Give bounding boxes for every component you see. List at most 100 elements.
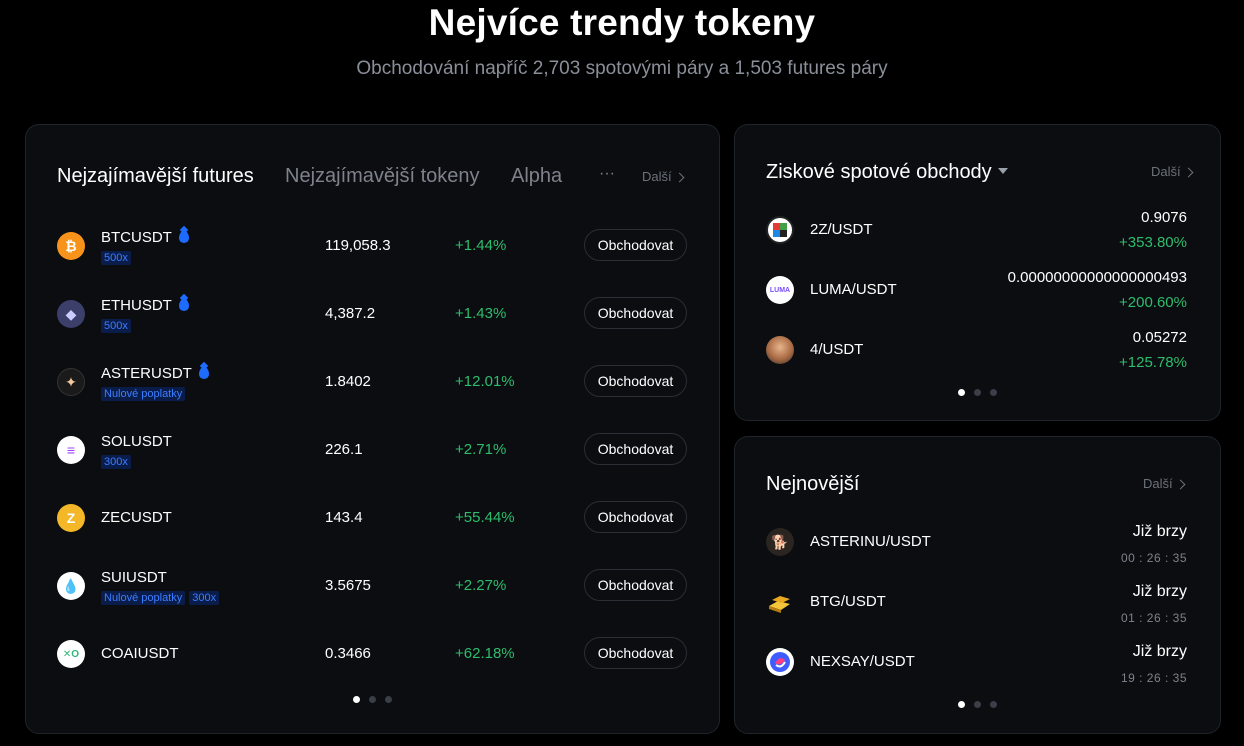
status-nexsay: Již brzy <box>1132 643 1187 660</box>
value-4: 0.05272 <box>1132 329 1187 346</box>
futures-row-aster[interactable]: ✦ ASTERUSDT Nulové poplatky 1.8402 +12.0… <box>26 352 719 412</box>
page-dot[interactable] <box>990 389 997 396</box>
gainers-title[interactable]: Ziskové spotové obchody <box>766 161 1008 184</box>
price-zec: 143.4 <box>325 509 363 526</box>
futures-more-label: Další <box>642 169 672 184</box>
futures-card: Nejzajímavější futures Nejzajímavější to… <box>25 124 720 734</box>
symbol-btc: BTCUSDT <box>101 229 189 246</box>
newest-more-link[interactable]: Další <box>1143 476 1186 491</box>
futures-row-coai[interactable]: ✕O COAIUSDT 0.3466 +62.18% Obchodovat <box>26 624 719 684</box>
symbol-aster: ASTERUSDT <box>101 365 209 382</box>
page-dot[interactable] <box>958 701 965 708</box>
solana-icon: ≡ <box>57 436 85 464</box>
status-btg: Již brzy <box>1132 583 1187 600</box>
newest-more-label: Další <box>1143 476 1173 491</box>
change-zec: +55.44% <box>455 509 515 526</box>
zero-fee-tag: Nulové poplatky <box>101 387 186 401</box>
futures-row-eth[interactable]: ◆ ETHUSDT 500x 4,387.2 +1.43% Obchodovat <box>26 284 719 344</box>
gainers-pagination <box>958 389 997 396</box>
hot-drop-icon <box>178 299 189 311</box>
ethereum-icon: ◆ <box>57 300 85 328</box>
newest-row-asterinu[interactable]: 🐕 ASTERINU/USDT Již brzy 00 : 26 : 35 <box>735 517 1220 567</box>
futures-row-sol[interactable]: ≡ SOLUSDT 300x 226.1 +2.71% Obchodovat <box>26 420 719 480</box>
price-eth: 4,387.2 <box>325 305 376 322</box>
change-4: +125.78% <box>1119 354 1187 371</box>
coai-icon: ✕O <box>57 640 85 668</box>
pair-btg: BTG/USDT <box>810 593 886 610</box>
aster-icon: ✦ <box>57 368 85 396</box>
trade-button-sui[interactable]: Obchodovat <box>584 569 687 601</box>
change-coai: +62.18% <box>455 645 515 662</box>
gainer-row-4[interactable]: 4/USDT 0.05272 +125.78% <box>735 325 1220 375</box>
trade-button-coai[interactable]: Obchodovat <box>584 637 687 669</box>
zero-fee-tag: Nulové poplatky <box>101 591 186 605</box>
change-sol: +2.71% <box>455 441 507 458</box>
symbol-zec: ZECUSDT <box>101 509 172 526</box>
pair-luma: LUMA/USDT <box>810 281 897 298</box>
pair-2z: 2Z/USDT <box>810 221 873 238</box>
countdown-nexsay: 19 : 26 : 35 <box>1120 671 1187 685</box>
futures-row-btc[interactable]: ₿ BTCUSDT 500x 119,058.3 +1.44% Obchodov… <box>26 216 719 276</box>
change-2z: +353.80% <box>1119 234 1187 251</box>
tab-hot-tokens[interactable]: Nejzajímavější tokeny <box>285 165 480 188</box>
futures-row-zec[interactable]: Z ZECUSDT 143.4 +55.44% Obchodovat <box>26 488 719 548</box>
price-coai: 0.3466 <box>325 645 371 662</box>
4-icon <box>766 336 794 364</box>
trade-button-aster[interactable]: Obchodovat <box>584 365 687 397</box>
trade-button-zec[interactable]: Obchodovat <box>584 501 687 533</box>
gainers-more-link[interactable]: Další <box>1151 164 1194 179</box>
gainers-more-label: Další <box>1151 164 1181 179</box>
newest-row-btg[interactable]: BTG/USDT Již brzy 01 : 26 : 35 <box>735 577 1220 627</box>
bitcoin-icon: ₿ <box>57 232 85 260</box>
change-aster: +12.01% <box>455 373 515 390</box>
futures-more-link[interactable]: Další <box>642 169 685 184</box>
trade-button-eth[interactable]: Obchodovat <box>584 297 687 329</box>
chevron-right-icon <box>1175 479 1186 489</box>
change-sui: +2.27% <box>455 577 507 594</box>
btg-icon <box>766 588 794 616</box>
status-asterinu: Již brzy <box>1132 523 1187 540</box>
symbol-sol: SOLUSDT <box>101 433 172 450</box>
page-dot[interactable] <box>990 701 997 708</box>
hero-subtitle: Obchodování napříč 2,703 spotovými páry … <box>356 58 888 79</box>
trade-button-sol[interactable]: Obchodovat <box>584 433 687 465</box>
change-eth: +1.43% <box>455 305 507 322</box>
chevron-right-icon <box>674 172 685 182</box>
symbol-eth: ETHUSDT <box>101 297 189 314</box>
page-dot[interactable] <box>958 389 965 396</box>
pair-4: 4/USDT <box>810 341 864 358</box>
page-dot[interactable] <box>974 701 981 708</box>
countdown-btg: 01 : 26 : 35 <box>1120 611 1187 625</box>
2z-icon <box>766 216 794 244</box>
nexsay-icon <box>766 648 794 676</box>
luma-icon: LUMA <box>766 276 794 304</box>
chevron-right-icon <box>1183 167 1194 177</box>
leverage-tag: 300x <box>189 591 220 605</box>
tab-hot-futures[interactable]: Nejzajímavější futures <box>57 165 254 188</box>
page-dot[interactable] <box>385 696 392 703</box>
caret-down-icon <box>997 168 1008 174</box>
value-luma: 0.00000000000000000493 <box>1007 269 1187 286</box>
newest-pagination <box>958 701 997 708</box>
spot-gainers-card: Ziskové spotové obchody Další 2Z/USDT 0.… <box>734 124 1221 421</box>
page-dot[interactable] <box>353 696 360 703</box>
newest-row-nexsay[interactable]: NEXSAY/USDT Již brzy 19 : 26 : 35 <box>735 637 1220 687</box>
leverage-tag: 500x <box>101 319 131 333</box>
page-dot[interactable] <box>369 696 376 703</box>
price-btc: 119,058.3 <box>325 237 391 254</box>
trade-button-btc[interactable]: Obchodovat <box>584 229 687 261</box>
pair-asterinu: ASTERINU/USDT <box>810 533 931 550</box>
more-tabs-button[interactable]: ··· <box>599 165 615 183</box>
value-2z: 0.9076 <box>1141 209 1187 226</box>
gainer-row-2z[interactable]: 2Z/USDT 0.9076 +353.80% <box>735 205 1220 255</box>
page-dot[interactable] <box>974 389 981 396</box>
leverage-tag: 500x <box>101 251 131 265</box>
tab-alpha[interactable]: Alpha <box>511 165 562 188</box>
gainer-row-luma[interactable]: LUMA LUMA/USDT 0.00000000000000000493 +2… <box>735 265 1220 315</box>
price-sol: 226.1 <box>325 441 363 458</box>
change-btc: +1.44% <box>455 237 507 254</box>
futures-row-sui[interactable]: 💧 SUIUSDT Nulové poplatky 300x 3.5675 +2… <box>26 556 719 616</box>
countdown-asterinu: 00 : 26 : 35 <box>1120 551 1187 565</box>
zcash-icon: Z <box>57 504 85 532</box>
hot-drop-icon <box>198 367 209 379</box>
